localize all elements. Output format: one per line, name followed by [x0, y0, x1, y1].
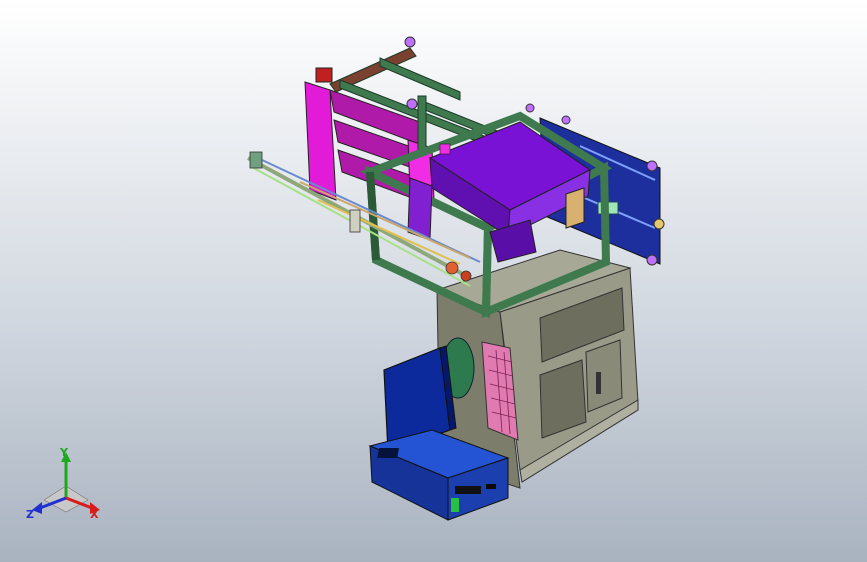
axis-x-label: X	[90, 508, 99, 521]
axis-z-label: Z	[26, 508, 34, 521]
axis-triad: Y X Z	[26, 446, 100, 521]
axis-y-label: Y	[59, 446, 69, 459]
pc-button	[486, 484, 496, 489]
bolt-icon	[646, 160, 658, 172]
tan-panel	[565, 187, 585, 229]
red-block	[315, 67, 333, 83]
rail-end-block	[349, 209, 361, 233]
cad-viewport[interactable]: Y X Z	[0, 0, 867, 562]
pc-top-vent	[377, 448, 400, 458]
rail-end-block	[249, 151, 263, 169]
motor-icon	[445, 261, 459, 275]
bolt-icon	[525, 103, 535, 113]
pc-green-panel	[451, 498, 459, 512]
magenta-tab	[439, 143, 451, 155]
bolt-icon	[404, 36, 416, 48]
bolt-icon	[646, 254, 658, 266]
knob-icon	[653, 218, 665, 230]
cabinet-door-handle	[596, 372, 601, 394]
bolt-icon	[406, 98, 418, 110]
motor-icon	[460, 270, 472, 282]
bolt-icon	[561, 115, 571, 125]
pc-drive-bay	[455, 486, 481, 494]
machine-assembly-model[interactable]	[0, 0, 867, 562]
